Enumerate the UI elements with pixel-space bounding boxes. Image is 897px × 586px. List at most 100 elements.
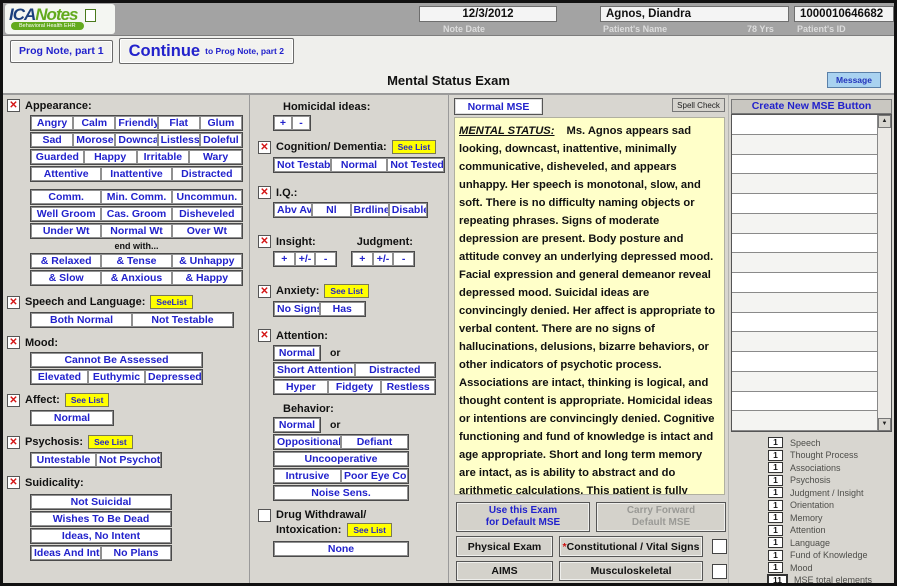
option-button[interactable]: - (393, 252, 414, 266)
option-button[interactable]: Intrusive (274, 469, 341, 483)
option-button[interactable]: Oppositional (274, 435, 341, 449)
option-button[interactable]: Untestable (31, 453, 96, 467)
option-button[interactable]: Brdline (351, 203, 389, 217)
option-button[interactable]: Under Wt (31, 224, 101, 238)
physical-exam-button[interactable]: Physical Exam (456, 536, 553, 557)
affect-red-x-checkbox[interactable] (7, 394, 20, 407)
constitutional-checkbox[interactable] (712, 539, 727, 554)
mse-list-row[interactable] (732, 313, 877, 333)
scroll-up-icon[interactable]: ▲ (878, 115, 891, 128)
option-button[interactable]: & Tense (101, 254, 171, 268)
option-button[interactable]: Normal (274, 418, 320, 432)
mse-list-row[interactable] (732, 392, 877, 412)
option-button[interactable]: Has (320, 302, 366, 316)
option-button[interactable]: Uncooperative (274, 452, 408, 466)
option-button[interactable]: Glum (200, 116, 242, 130)
option-button[interactable]: Hyper (274, 380, 328, 394)
psychosis-red-x-checkbox[interactable] (7, 436, 20, 449)
normal-mse-button[interactable]: Normal MSE (454, 98, 543, 115)
create-new-mse-button[interactable]: Create New MSE Button (731, 99, 892, 114)
note-date-field[interactable]: 12/3/2012 (419, 6, 557, 22)
mse-list-row[interactable] (732, 372, 877, 392)
option-button[interactable]: Euthymic (88, 370, 145, 384)
option-button[interactable]: + (274, 252, 295, 266)
option-button[interactable]: & Unhappy (172, 254, 242, 268)
mood-red-x-checkbox[interactable] (7, 336, 20, 349)
option-button[interactable]: Friendly (115, 116, 157, 130)
option-button[interactable]: Well Groom (31, 207, 101, 221)
mse-list-row[interactable] (732, 115, 877, 135)
option-button[interactable]: Depressed (145, 370, 202, 384)
option-button[interactable]: Doleful (200, 133, 242, 147)
option-button[interactable]: +/- (295, 252, 316, 266)
speech-see-list-button[interactable]: SeeList (150, 295, 192, 309)
option-button[interactable]: Not Testable (132, 313, 233, 327)
option-button[interactable]: Over Wt (172, 224, 242, 238)
attention-red-x-checkbox[interactable] (258, 329, 271, 342)
list-scrollbar[interactable]: ▲ ▼ (877, 115, 891, 431)
option-button[interactable]: Nl (312, 203, 350, 217)
use-this-exam-button[interactable]: Use this Exam for Default MSE (456, 502, 590, 532)
option-button[interactable]: - (292, 116, 310, 130)
aims-button[interactable]: AIMS (456, 561, 553, 581)
constitutional-vital-signs-button[interactable]: *Constitutional / Vital Signs (559, 536, 703, 557)
option-button[interactable]: Short Attention Span (274, 363, 355, 377)
option-button[interactable]: Guarded (31, 150, 84, 164)
option-button[interactable]: Disabled. (389, 203, 427, 217)
option-button[interactable]: Defiant (341, 435, 408, 449)
carry-forward-button[interactable]: Carry Forward Default MSE (596, 502, 726, 532)
option-button[interactable]: Cannot Be Assessed (31, 353, 202, 367)
option-button[interactable]: & Slow (31, 271, 101, 285)
mse-list-row[interactable] (732, 273, 877, 293)
cognition-see-list-button[interactable]: See List (392, 140, 437, 154)
drug-see-list-button[interactable]: See List (347, 523, 392, 537)
mse-list-row[interactable] (732, 155, 877, 175)
option-button[interactable]: No Signs (274, 302, 320, 316)
musculoskeletal-checkbox[interactable] (712, 564, 727, 579)
option-button[interactable]: Elevated (31, 370, 88, 384)
cognition-red-x-checkbox[interactable] (258, 141, 271, 154)
option-button[interactable]: + (352, 252, 373, 266)
mse-list-row[interactable] (732, 352, 877, 372)
option-button[interactable]: Downcast (115, 133, 157, 147)
musculoskeletal-button[interactable]: Musculoskeletal (559, 561, 703, 581)
option-button[interactable]: Not Tested (387, 158, 444, 172)
affect-see-list-button[interactable]: See List (65, 393, 110, 407)
drug-withdrawal-checkbox[interactable] (258, 509, 271, 522)
option-button[interactable]: Poor Eye Contact (341, 469, 408, 483)
mse-list-row[interactable] (732, 174, 877, 194)
prog-note-part1-button[interactable]: Prog Note, part 1 (10, 40, 113, 63)
continue-button[interactable]: Continue to Prog Note, part 2 (119, 38, 294, 64)
option-button[interactable]: - (315, 252, 336, 266)
mse-list-row[interactable] (732, 332, 877, 352)
option-button[interactable]: Restless (381, 380, 435, 394)
option-button[interactable]: Comm. (31, 190, 101, 204)
option-button[interactable]: & Happy (172, 271, 242, 285)
mse-list-row[interactable] (732, 293, 877, 313)
option-button[interactable]: No Plans (101, 546, 171, 560)
option-button[interactable]: Normal Wt (101, 224, 171, 238)
option-button[interactable]: Morose (73, 133, 115, 147)
option-button[interactable]: Flat (158, 116, 200, 130)
mse-list-row[interactable] (732, 234, 877, 254)
option-button[interactable]: Listless (158, 133, 200, 147)
option-button[interactable]: +/- (373, 252, 394, 266)
option-button[interactable]: Distracted (172, 167, 242, 181)
iq-red-x-checkbox[interactable] (258, 186, 271, 199)
mse-list-row[interactable] (732, 135, 877, 155)
suicidality-red-x-checkbox[interactable] (7, 476, 20, 489)
mse-list-row[interactable] (732, 194, 877, 214)
option-button[interactable]: & Relaxed (31, 254, 101, 268)
option-button[interactable]: Angry (31, 116, 73, 130)
option-button[interactable]: Abv Avg (274, 203, 312, 217)
option-button[interactable]: Uncommun. (172, 190, 242, 204)
insight-red-x-checkbox[interactable] (258, 235, 271, 248)
option-button[interactable]: Irritable (137, 150, 190, 164)
option-button[interactable]: Normal (31, 411, 113, 425)
option-button[interactable]: Happy (84, 150, 137, 164)
mse-list-row[interactable] (732, 253, 877, 273)
mse-note-textarea[interactable]: MENTAL STATUS:Ms. Agnos appears sad look… (454, 117, 725, 495)
mse-list-row[interactable] (732, 214, 877, 234)
option-button[interactable]: Both Normal (31, 313, 132, 327)
option-button[interactable]: Calm (73, 116, 115, 130)
